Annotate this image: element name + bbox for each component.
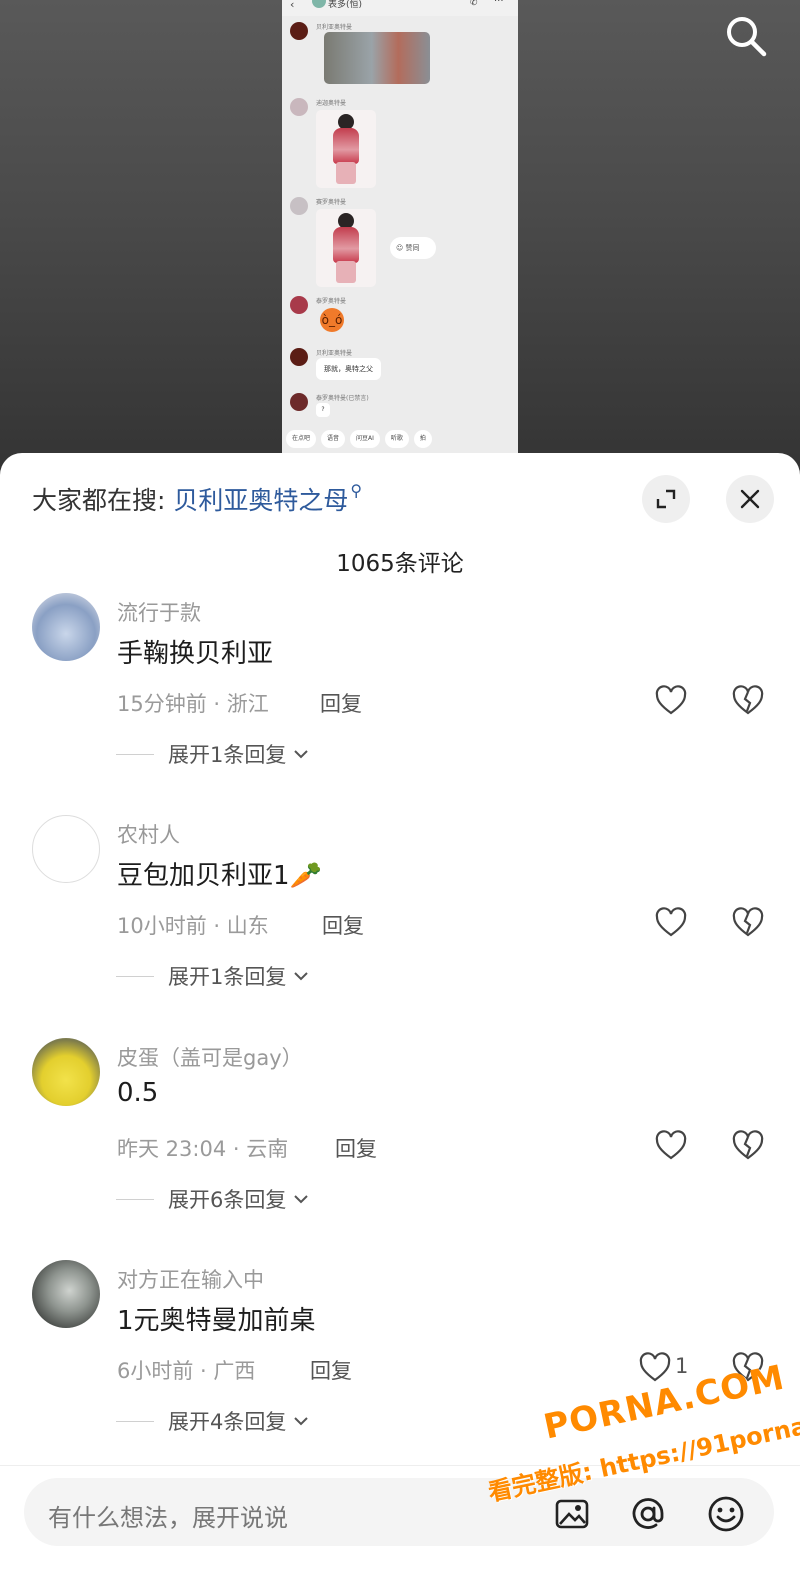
chevron-down-icon [294,1195,309,1204]
avatar[interactable] [32,1038,100,1106]
comment-text: 1元奥特曼加前桌 [117,1306,316,1336]
chip: 在点吧 [286,430,317,448]
comment-meta: 15分钟前 · 浙江 [117,692,269,716]
message-sender: 迪迦奥特曼 [316,100,347,107]
comment-item: 皮蛋（盖可是gay） 0.5 昨天 23:04 · 云南 回复 展开6条回复 [0,1038,800,1238]
chat-title: 表多(恒) [328,0,363,10]
broken-heart-icon [732,907,764,937]
comment-text: 手鞠换贝利亚 [117,639,274,669]
more-icon: ··· [494,0,504,7]
message-sender: 贝利亚奥特曼 [316,24,353,31]
message-sender: 贝利亚奥特曼 [316,350,353,357]
avatar [290,348,308,366]
comment-username[interactable]: 对方正在输入中 [117,1264,264,1294]
comment-meta: 昨天 23:04 · 云南 [117,1137,289,1161]
chip: 语音 [321,430,346,448]
angry-emoji-icon: ò_ó [320,308,344,332]
expand-replies-button[interactable]: 展开4条回复 [116,1406,309,1436]
comment-meta: 6小时前 · 广西 [117,1359,256,1383]
avatar [290,393,308,411]
comment-text: 豆包加贝利亚1🥕 [117,861,322,891]
phone-icon: ✆ [470,0,478,8]
chip: 拍 [413,430,432,448]
expand-replies-label: 展开6条回复 [168,1188,287,1212]
divider [116,975,154,977]
avatar [290,296,308,314]
chevron-down-icon [294,750,309,759]
message-sender: 赛罗奥特曼 [316,199,347,206]
message-sender: 泰罗奥特曼 [316,298,347,305]
expand-replies-label: 展开1条回复 [168,965,287,989]
close-icon [740,489,760,509]
comment-input-placeholder: 有什么想法，展开说说 [48,1504,288,1532]
message-image [316,110,376,188]
message-bubble: 那就，奥特之父 [316,358,381,380]
message-sender: 泰罗奥特曼(已禁言) [316,395,369,402]
dislike-button[interactable] [731,1129,765,1167]
comment-meta: 10小时前 · 山东 [117,914,269,938]
message-image [324,32,430,84]
avatar [290,98,308,116]
like-button[interactable] [654,1129,688,1163]
avatar [290,22,308,40]
broken-heart-icon [732,1130,764,1160]
comment-username[interactable]: 皮蛋（盖可是gay） [117,1042,303,1072]
suggest-chips: 在点吧 语音 问豆AI 听歌拍 [286,425,437,448]
expand-sheet-button[interactable] [642,475,690,523]
like-button[interactable] [654,684,688,718]
expand-replies-button[interactable]: 展开1条回复 [116,739,309,769]
reply-button[interactable]: 回复 [335,1133,377,1163]
comment-count: 1065条评论 [336,551,464,577]
heart-icon [655,1130,687,1160]
close-button[interactable] [726,475,774,523]
expand-replies-button[interactable]: 展开1条回复 [116,961,309,991]
avatar[interactable] [32,593,100,661]
message-bubble: ? [316,403,330,417]
comment-text: 0.5 [117,1078,159,1108]
avatar[interactable] [32,1260,100,1328]
chat-header: ‹ 表多(恒) ✆ ··· [282,0,518,16]
divider [116,753,154,755]
hot-search[interactable]: 大家都在搜: 贝利亚奥特之母 ⚲ [32,481,362,517]
message-image [316,209,376,287]
divider [116,1420,154,1422]
avatar [290,197,308,215]
divider [116,1198,154,1200]
chip: 听歌 [384,430,409,448]
video-player[interactable]: ‹ 表多(恒) ✆ ··· 贝利亚奥特曼 迪迦奥特曼 赛罗奥特曼 ☺ 赞同 泰罗… [0,0,800,470]
comment-item: 农村人 豆包加贝利亚1🥕 10小时前 · 山东 回复 展开1条回复 [0,815,800,1015]
chevron-down-icon [294,972,309,981]
comment-username[interactable]: 农村人 [117,819,180,849]
comment-item: 流行于款 手鞠换贝利亚 15分钟前 · 浙江 回复 展开1条回复 [0,593,800,793]
dislike-button[interactable] [731,684,765,722]
hot-search-label: 大家都在搜: [32,486,174,515]
hot-search-link[interactable]: 贝利亚奥特之母 [173,486,348,515]
search-button[interactable] [722,12,770,60]
search-icon [727,17,767,57]
heart-icon [655,907,687,937]
chevron-down-icon [294,1417,309,1426]
video-chat-screenshot: ‹ 表多(恒) ✆ ··· 贝利亚奥特曼 迪迦奥特曼 赛罗奥特曼 ☺ 赞同 泰罗… [282,0,518,460]
chip: 问豆AI [350,430,380,448]
reaction-chip: ☺ 赞同 [390,237,436,259]
expand-icon [656,489,676,509]
back-icon: ‹ [290,0,295,11]
reply-button[interactable]: 回复 [310,1355,352,1385]
heart-icon [655,685,687,715]
expand-replies-label: 展开4条回复 [168,1410,287,1434]
avatar[interactable] [32,815,100,883]
expand-replies-button[interactable]: 展开6条回复 [116,1184,309,1214]
like-button[interactable] [654,906,688,940]
comment-username[interactable]: 流行于款 [117,597,201,627]
reply-button[interactable]: 回复 [320,688,362,718]
dislike-button[interactable] [731,906,765,944]
group-avatar [312,0,326,8]
expand-replies-label: 展开1条回复 [168,743,287,767]
broken-heart-icon [732,685,764,715]
reply-button[interactable]: 回复 [322,910,364,940]
search-small-icon: ⚲ [350,481,363,500]
